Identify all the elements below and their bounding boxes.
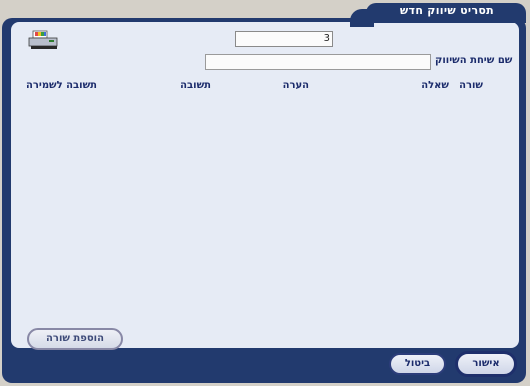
add-row-button[interactable]: הוספת שורה [27,328,123,350]
ok-button[interactable]: אישור [455,351,517,377]
script-rows-table [15,96,515,324]
column-header-answer-to-save: תשובה לשמירה [25,80,97,91]
window-title: תסריט שיווק חדש [399,4,494,17]
marketing-call-name-input[interactable] [205,54,431,70]
dialog-panel: 3 שם שיחת השיווק שורה שאלה הערה תשובה תש… [11,22,519,350]
column-header-answer: תשובה [180,80,211,91]
marketing-call-name-label: שם שיחת השיווק [435,55,513,66]
record-number-field[interactable]: 3 [235,31,333,47]
printer-icon[interactable] [27,30,61,52]
column-header-row: שורה [459,80,483,91]
column-header-question: שאלה [421,80,449,91]
column-header-note: הערה [282,80,309,91]
cancel-button[interactable]: ביטול [389,353,446,375]
